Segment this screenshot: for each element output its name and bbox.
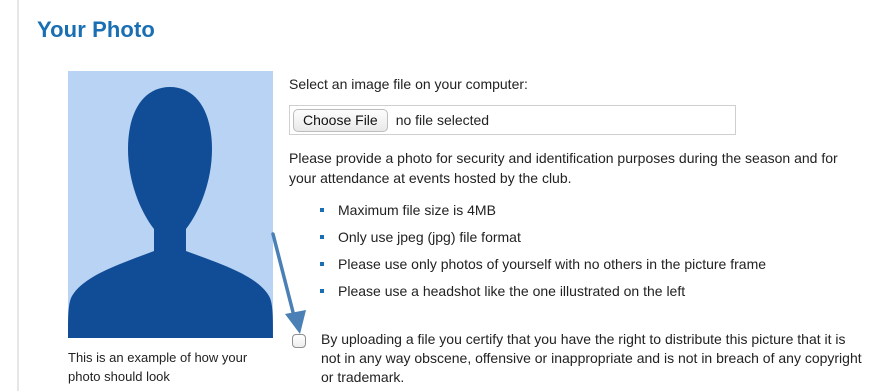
upload-label: Select an image file on your computer: [289, 76, 528, 92]
bullet-icon [320, 235, 324, 239]
bullet-icon [320, 262, 324, 266]
arrow-pointer-icon [271, 232, 306, 334]
list-item: Please use a headshot like the one illus… [320, 281, 869, 301]
example-photo [68, 71, 273, 338]
rules-list: Maximum file size is 4MB Only use jpeg (… [289, 200, 869, 301]
bullet-icon [320, 289, 324, 293]
rule-text: Please use a headshot like the one illus… [338, 283, 686, 299]
upload-form: Select an image file on your computer: C… [289, 75, 869, 308]
photo-upload-page: Your Photo This is an example of how you… [0, 0, 871, 391]
photo-caption: This is an example of how your photo sho… [68, 350, 248, 384]
purpose-text: Please provide a photo for security and … [289, 150, 838, 186]
list-item: Only use jpeg (jpg) file format [320, 227, 869, 247]
list-item: Please use only photos of yourself with … [320, 254, 869, 274]
left-divider [17, 0, 19, 391]
person-silhouette-icon [68, 87, 273, 338]
bullet-icon [320, 208, 324, 212]
choose-file-button[interactable]: Choose File [293, 108, 388, 132]
certify-text: By uploading a file you certify that you… [321, 331, 862, 385]
file-input[interactable]: Choose File no file selected [289, 105, 736, 135]
rule-text: Only use jpeg (jpg) file format [338, 229, 521, 245]
list-item: Maximum file size is 4MB [320, 200, 869, 220]
rule-text: Maximum file size is 4MB [338, 202, 496, 218]
section-title: Your Photo [37, 17, 155, 42]
rule-text: Please use only photos of yourself with … [338, 256, 767, 272]
file-status: no file selected [395, 112, 490, 128]
